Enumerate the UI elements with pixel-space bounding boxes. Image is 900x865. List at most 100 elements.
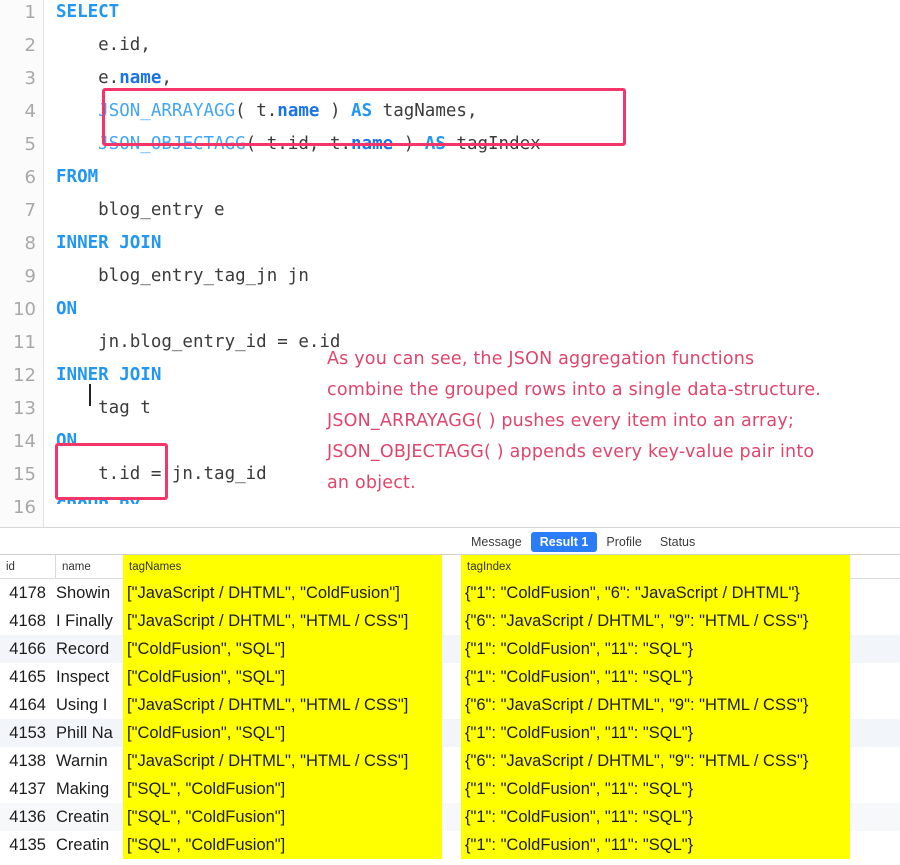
cell-id[interactable]: 4166 xyxy=(0,635,50,663)
cell-name[interactable]: Making xyxy=(56,775,123,803)
cell-name[interactable]: Using I xyxy=(56,691,123,719)
code-text[interactable]: ON xyxy=(56,293,77,326)
cell-name[interactable]: Phill Na xyxy=(56,719,123,747)
column-header-tagindex[interactable]: tagIndex xyxy=(461,555,850,579)
column-header-name[interactable]: name xyxy=(55,555,123,579)
table-row[interactable]: 4168I Finally["JavaScript / DHTML", "HTM… xyxy=(0,607,900,635)
cell-tagnames[interactable]: ["ColdFusion", "SQL"] xyxy=(123,635,442,663)
cell-id[interactable]: 4153 xyxy=(0,719,50,747)
tab-status[interactable]: Status xyxy=(651,532,704,552)
code-text[interactable]: FROM xyxy=(56,161,98,194)
code-text[interactable]: t.id = jn.tag_id xyxy=(56,458,267,491)
code-text[interactable]: SELECT xyxy=(56,0,119,29)
code-line[interactable]: 17 e.id xyxy=(0,524,900,528)
code-text[interactable]: e.id xyxy=(56,524,140,528)
cell-id[interactable]: 4135 xyxy=(0,831,50,859)
cell-tagindex[interactable]: {"1": "ColdFusion", "11": "SQL"} xyxy=(461,635,850,663)
code-text[interactable]: INNER JOIN xyxy=(56,359,161,392)
code-line[interactable]: 3 e.name, xyxy=(0,62,900,95)
table-row[interactable]: 4137Making["SQL", "ColdFusion"] {"1": "Co… xyxy=(0,775,900,803)
table-row[interactable]: 4165Inspect["ColdFusion", "SQL"] {"1": "C… xyxy=(0,663,900,691)
code-token: tag t xyxy=(56,398,151,418)
code-token: JSON_ARRAYAGG xyxy=(98,101,235,121)
cell-id[interactable]: 4168 xyxy=(0,607,50,635)
code-line[interactable]: 7 blog_entry e xyxy=(0,194,900,227)
cell-tagindex[interactable]: {"1": "ColdFusion", "6": "JavaScript / D… xyxy=(461,579,850,607)
table-row[interactable]: 4166Record["ColdFusion", "SQL"] {"1": "Co… xyxy=(0,635,900,663)
cell-tagnames[interactable]: ["ColdFusion", "SQL"] xyxy=(123,719,442,747)
code-line[interactable]: 4 JSON_ARRAYAGG( t.name ) AS tagNames, xyxy=(0,95,900,128)
sql-editor-pane[interactable]: 1SELECT2 e.id,3 e.name,4 JSON_ARRAYAGG( … xyxy=(0,0,900,528)
line-number: 13 xyxy=(0,392,36,425)
cell-tagnames[interactable]: ["JavaScript / DHTML", "HTML / CSS"] xyxy=(123,747,442,775)
cell-id[interactable]: 4178 xyxy=(0,579,50,607)
code-line[interactable]: 2 e.id, xyxy=(0,29,900,62)
cell-tagnames[interactable]: ["SQL", "ColdFusion"] xyxy=(123,775,442,803)
cell-tagindex[interactable]: {"1": "ColdFusion", "11": "SQL"} xyxy=(461,803,850,831)
cell-name[interactable]: Record xyxy=(56,635,123,663)
cell-name[interactable]: Creatin xyxy=(56,803,123,831)
code-token xyxy=(56,134,98,154)
code-token: AS xyxy=(425,134,446,154)
column-header-id[interactable]: id xyxy=(0,555,55,579)
code-line[interactable]: 10 ON xyxy=(0,293,900,326)
code-text[interactable]: e.name, xyxy=(56,62,172,95)
table-row[interactable]: 4153Phill Na["ColdFusion", "SQL"] {"1": "… xyxy=(0,719,900,747)
table-row[interactable]: 4135Creatin["SQL", "ColdFusion"] {"1": "C… xyxy=(0,831,900,859)
tab-result-1[interactable]: Result 1 xyxy=(531,532,598,552)
code-text[interactable]: e.id, xyxy=(56,29,151,62)
line-number: 10 xyxy=(0,293,36,326)
column-header-tagnames[interactable]: tagNames xyxy=(123,555,442,579)
cell-name[interactable]: Inspect xyxy=(56,663,123,691)
code-line[interactable]: 9 blog_entry_tag_jn jn xyxy=(0,260,900,293)
code-text[interactable]: jn.blog_entry_id = e.id xyxy=(56,326,340,359)
cell-name[interactable]: Creatin xyxy=(56,831,123,859)
code-text[interactable]: tag t xyxy=(56,392,151,425)
cell-name[interactable]: I Finally xyxy=(56,607,123,635)
cell-tagnames[interactable]: ["JavaScript / DHTML", "ColdFusion"] xyxy=(123,579,442,607)
cell-tagindex[interactable]: {"1": "ColdFusion", "11": "SQL"} xyxy=(461,663,850,691)
cell-id[interactable]: 4137 xyxy=(0,775,50,803)
line-number: 9 xyxy=(0,260,36,293)
result-grid[interactable]: id name tagNames tagIndex 4178Showin["Ja… xyxy=(0,554,900,865)
code-line[interactable]: 6 FROM xyxy=(0,161,900,194)
editor-horizontal-scrollbar-track[interactable] xyxy=(56,504,661,517)
table-row[interactable]: 4178Showin["JavaScript / DHTML", "ColdFu… xyxy=(0,579,900,607)
annotation-line: JSON_OBJECTAGG( ) appends every key-valu… xyxy=(327,437,892,468)
cell-tagindex[interactable]: {"1": "ColdFusion", "11": "SQL"} xyxy=(461,719,850,747)
cell-tagindex[interactable]: {"6": "JavaScript / DHTML", "9": "HTML /… xyxy=(461,607,850,635)
cell-name[interactable]: Warnin xyxy=(56,747,123,775)
code-line[interactable]: 1SELECT xyxy=(0,0,900,29)
code-line[interactable]: 8INNER JOIN xyxy=(0,227,900,260)
line-number: 6 xyxy=(0,161,36,194)
code-text[interactable]: ON xyxy=(56,425,77,458)
line-number: 15 xyxy=(0,458,36,491)
code-text[interactable]: blog_entry e xyxy=(56,194,225,227)
cell-id[interactable]: 4136 xyxy=(0,803,50,831)
tab-message[interactable]: Message xyxy=(462,532,531,552)
cell-tagnames[interactable]: ["SQL", "ColdFusion"] xyxy=(123,831,442,859)
cell-id[interactable]: 4138 xyxy=(0,747,50,775)
table-row[interactable]: 4164Using I["JavaScript / DHTML", "HTML … xyxy=(0,691,900,719)
cell-tagnames[interactable]: ["ColdFusion", "SQL"] xyxy=(123,663,442,691)
cell-tagindex[interactable]: {"1": "ColdFusion", "11": "SQL"} xyxy=(461,831,850,859)
cell-tagindex[interactable]: {"1": "ColdFusion", "11": "SQL"} xyxy=(461,775,850,803)
cell-tagindex[interactable]: {"6": "JavaScript / DHTML", "9": "HTML /… xyxy=(461,747,850,775)
code-token: FROM xyxy=(56,167,98,187)
cell-tagnames[interactable]: ["SQL", "ColdFusion"] xyxy=(123,803,442,831)
code-text[interactable]: JSON_OBJECTAGG( t.id, t.name ) AS tagInd… xyxy=(56,128,541,161)
cell-tagnames[interactable]: ["JavaScript / DHTML", "HTML / CSS"] xyxy=(123,691,442,719)
cell-tagnames[interactable]: ["JavaScript / DHTML", "HTML / CSS"] xyxy=(123,607,442,635)
cell-id[interactable]: 4164 xyxy=(0,691,50,719)
cell-tagindex[interactable]: {"6": "JavaScript / DHTML", "9": "HTML /… xyxy=(461,691,850,719)
tab-profile[interactable]: Profile xyxy=(597,532,650,552)
code-token: name xyxy=(351,134,393,154)
table-row[interactable]: 4136Creatin["SQL", "ColdFusion"] {"1": "C… xyxy=(0,803,900,831)
code-text[interactable]: INNER JOIN xyxy=(56,227,161,260)
cell-name[interactable]: Showin xyxy=(56,579,123,607)
code-text[interactable]: blog_entry_tag_jn jn xyxy=(56,260,309,293)
cell-id[interactable]: 4165 xyxy=(0,663,50,691)
code-text[interactable]: JSON_ARRAYAGG( t.name ) AS tagNames, xyxy=(56,95,477,128)
code-line[interactable]: 5 JSON_OBJECTAGG( t.id, t.name ) AS tagI… xyxy=(0,128,900,161)
table-row[interactable]: 4138Warnin["JavaScript / DHTML", "HTML /… xyxy=(0,747,900,775)
